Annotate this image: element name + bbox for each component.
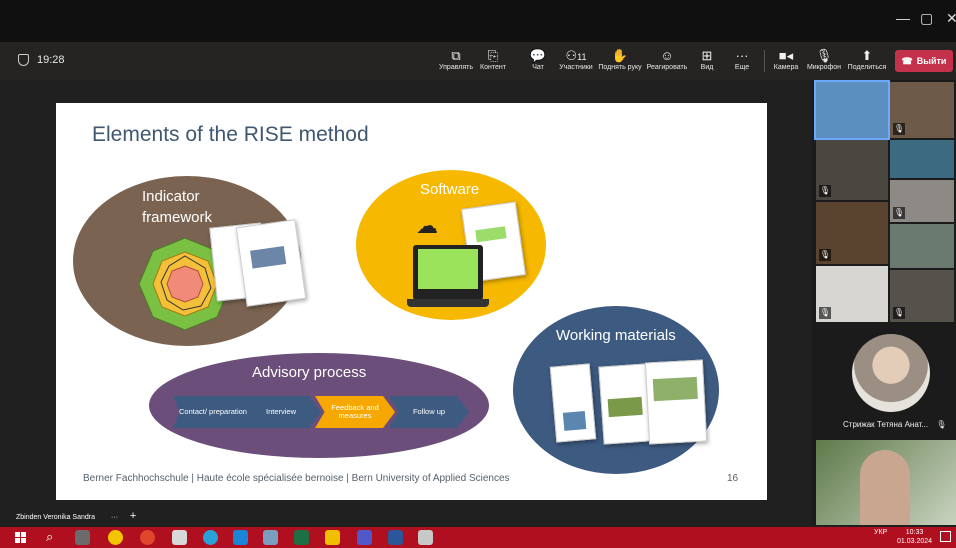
opera-icon[interactable] <box>140 530 155 545</box>
participant-video-tile[interactable] <box>890 140 954 178</box>
participant-video-tile[interactable] <box>814 80 890 140</box>
shield-icon <box>18 54 29 66</box>
app-icon[interactable] <box>172 530 187 545</box>
spotlight-avatar[interactable] <box>852 334 930 412</box>
participant-video-tile[interactable] <box>890 224 954 268</box>
leave-button[interactable]: ☎ Выйти <box>895 50 953 72</box>
phone-hangup-icon: ☎ <box>901 55 913 66</box>
participant-video-tile[interactable]: 🎙 <box>890 270 954 322</box>
doc-photo <box>250 246 287 269</box>
elapsed-time: 19:28 <box>37 54 65 66</box>
add-icon[interactable]: + <box>130 510 136 522</box>
minimize-button[interactable]: — <box>896 10 910 26</box>
windows-taskbar: ⌕ УКР 10:33 01.03.2024 <box>0 527 956 548</box>
mic-off-icon: 🎙 <box>893 307 905 319</box>
mic-off-icon: 🎙 <box>819 307 831 319</box>
participant-video-tile[interactable]: 🎙 <box>816 202 888 264</box>
share-screen-button[interactable]: ⬆ Поделиться <box>841 47 893 71</box>
slide-page-number: 16 <box>727 473 739 484</box>
skype-icon[interactable] <box>233 530 248 545</box>
system-clock[interactable]: 10:33 01.03.2024 <box>897 528 932 546</box>
app-icon[interactable] <box>418 530 433 545</box>
material-doc-thumbnail <box>549 363 597 443</box>
teams-icon[interactable] <box>357 530 372 545</box>
doc-screenshot <box>475 226 507 243</box>
restore-button[interactable]: ▢ <box>920 10 933 27</box>
participants-count: 11 <box>577 52 587 62</box>
file-explorer-icon[interactable] <box>325 530 340 545</box>
meeting-timer: 19:28 <box>18 54 65 66</box>
mic-off-icon: 🎙 <box>936 420 947 429</box>
telegram-icon[interactable] <box>203 530 218 545</box>
material-doc-thumbnail <box>598 363 652 445</box>
advisory-process-label: Advisory process <box>252 364 367 381</box>
mic-off-icon: 🎙 <box>819 185 831 197</box>
participant-video-tile[interactable]: 🎙 <box>890 180 954 222</box>
excel-icon[interactable] <box>294 530 309 545</box>
slide-footer: Berner Fachhochschule | Haute école spéc… <box>83 473 510 484</box>
indicator-framework-label: Indicator framework <box>142 188 213 226</box>
title-bar: — ▢ ✕ <box>0 0 956 42</box>
teams-meeting-window: — ▢ ✕ 19:28 ⧉ Управлять ⎘ Контент 💬 Чат … <box>0 0 956 548</box>
software-label: Software <box>420 181 480 198</box>
chrome-icon[interactable] <box>108 530 123 545</box>
working-materials-label: Working materials <box>556 327 676 344</box>
slide-title: Elements of the RISE method <box>92 123 369 146</box>
doc-photo <box>562 411 587 431</box>
close-button[interactable]: ✕ <box>946 10 956 27</box>
app-icon[interactable] <box>263 530 278 545</box>
language-indicator[interactable]: УКР <box>874 529 887 536</box>
meeting-toolbar: 19:28 ⧉ Управлять ⎘ Контент 💬 Чат ⚇11 Уч… <box>0 42 956 80</box>
laptop-screen <box>418 249 478 289</box>
participant-video-tile[interactable]: 🎙 <box>890 82 954 138</box>
self-video-tile[interactable] <box>816 440 956 525</box>
cloud-icon: ☁ <box>416 213 438 238</box>
laptop-base <box>407 299 489 307</box>
mic-off-icon: 🎙 <box>819 249 831 261</box>
share-screen-icon: ⬆ <box>861 48 873 63</box>
self-video-person <box>860 450 910 525</box>
material-doc-thumbnail <box>644 359 708 445</box>
windows-start-icon[interactable] <box>15 532 26 543</box>
doc-photo <box>652 376 698 402</box>
step-contact-preparation: Contact/ preparation <box>173 396 253 428</box>
indicator-doc-thumbnail <box>235 219 307 307</box>
mic-off-icon: 🎙 <box>893 207 905 219</box>
step-interview: Interview <box>241 396 321 428</box>
spotlight-name: Стрижак Тетяна Анат... 🎙 <box>843 420 947 429</box>
doc-photo <box>607 396 643 418</box>
search-icon[interactable]: ⌕ <box>46 529 53 545</box>
presentation-slide: Elements of the RISE method Indicator fr… <box>56 103 767 500</box>
presenter-name-tag: Zbinden Veronika Sandra ··· + <box>16 510 137 522</box>
step-follow-up: Follow up <box>389 396 469 428</box>
step-feedback-measures: Feedback and measures <box>315 396 395 428</box>
participant-video-tile[interactable]: 🎙 <box>816 140 888 200</box>
mic-off-icon: 🎙 <box>893 123 905 135</box>
raise-hand-button[interactable]: ✋ Поднять руку <box>594 47 646 71</box>
task-view-icon[interactable] <box>75 530 90 545</box>
word-icon[interactable] <box>388 530 403 545</box>
participant-video-tile[interactable]: 🎙 <box>816 266 888 322</box>
laptop-icon <box>413 245 483 300</box>
hand-icon: ✋ <box>611 48 629 63</box>
presenter-more-icon[interactable]: ··· <box>111 514 118 521</box>
notifications-icon[interactable] <box>940 531 951 542</box>
